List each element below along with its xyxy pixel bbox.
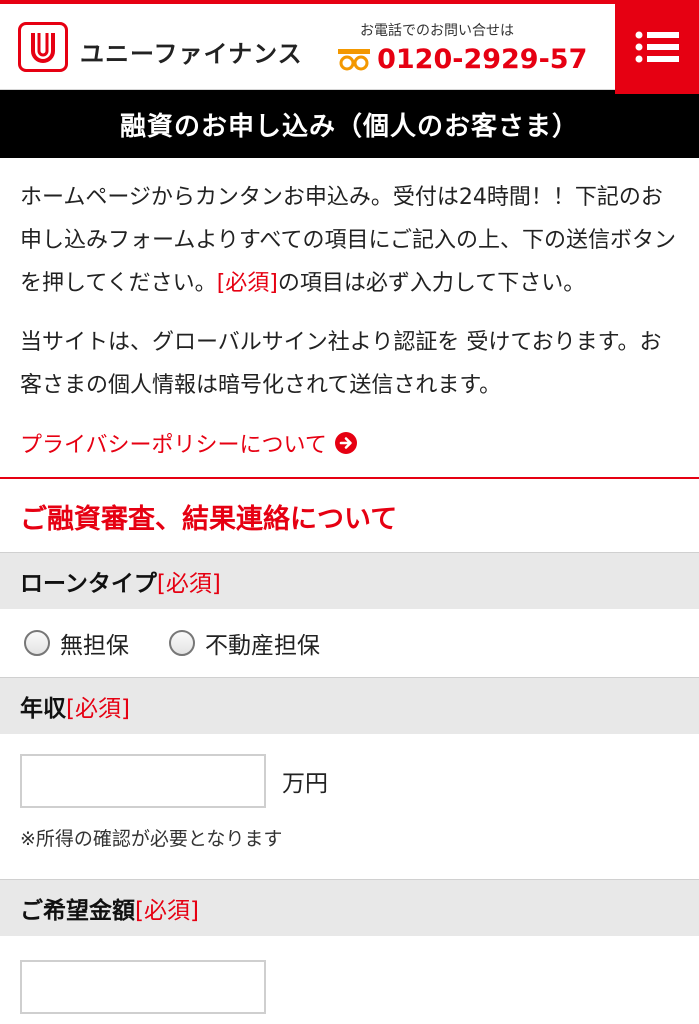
tel-caption: お電話でのお問い合せは [360, 23, 514, 39]
desired-amount-input-row [0, 936, 699, 1016]
privacy-policy-label[interactable]: プライバシーポリシーについて [20, 427, 327, 459]
company-logo-icon[interactable] [18, 22, 68, 72]
desired-amount-input[interactable] [20, 960, 266, 1014]
menu-button[interactable] [615, 0, 699, 94]
desired-amount-label-text: ご希望金額 [20, 898, 135, 924]
free-dial-icon [338, 48, 370, 70]
loan-type-label-text: ローンタイプ [20, 571, 157, 597]
intro-paragraph-2: 当サイトは、グローバルサイン社より認証を 受けております。お客さまの個人情報は暗… [20, 330, 662, 398]
required-mark: [必須] [216, 271, 278, 296]
radio-button[interactable] [169, 630, 195, 656]
tel-link[interactable]: 0120-2929-57 [338, 44, 587, 75]
radio-label[interactable]: 不動産担保 [205, 626, 320, 660]
intro-paragraph-1: ホームページからカンタンお申込み。受付は24時間！！下記のお申し込みフォームより… [20, 176, 679, 305]
page-title: 融資のお申し込み（個人のお客さま） [0, 90, 699, 158]
income-input[interactable] [20, 754, 266, 808]
income-label: 年収 [必須] [0, 677, 699, 734]
income-unit: 万円 [282, 771, 328, 797]
hamburger-menu-icon [635, 31, 679, 63]
required-mark: [必須] [135, 898, 199, 924]
required-mark: [必須] [156, 571, 221, 597]
radio-button[interactable] [24, 630, 50, 656]
brand-name[interactable]: ユニーファイナンス [80, 34, 303, 69]
income-note: ※所得の確認が必要となります [20, 828, 283, 850]
radio-label[interactable]: 無担保 [60, 626, 129, 660]
intro-text: ホームページからカンタンお申込み。受付は24時間！！下記のお申し込みフォームより… [0, 158, 699, 477]
site-header: ユニーファイナンス お電話でのお問い合せは 0120-2929-57 [0, 0, 699, 94]
income-block: 万円 ※所得の確認が必要となります [0, 734, 699, 879]
intro-text-b: の項目は必ず入力して下さい。 [277, 271, 586, 296]
required-mark: [必須] [66, 696, 130, 722]
tel-number[interactable]: 0120-2929-57 [377, 44, 587, 75]
privacy-policy-link[interactable]: プライバシーポリシーについて [20, 423, 679, 477]
arrow-right-circle-icon[interactable] [334, 432, 357, 454]
income-input-row: 万円 [0, 734, 699, 810]
loan-type-option-real-estate[interactable]: 不動産担保 [169, 626, 320, 660]
loan-type-option-unsecured[interactable]: 無担保 [24, 626, 129, 660]
desired-amount-label: ご希望金額 [必須] [0, 879, 699, 936]
loan-type-options: 無担保 不動産担保 [0, 609, 699, 677]
section-title: ご融資審査、結果連絡について [20, 504, 398, 535]
income-label-text: 年収 [20, 696, 66, 722]
loan-type-label: ローンタイプ [必須] [0, 552, 699, 609]
